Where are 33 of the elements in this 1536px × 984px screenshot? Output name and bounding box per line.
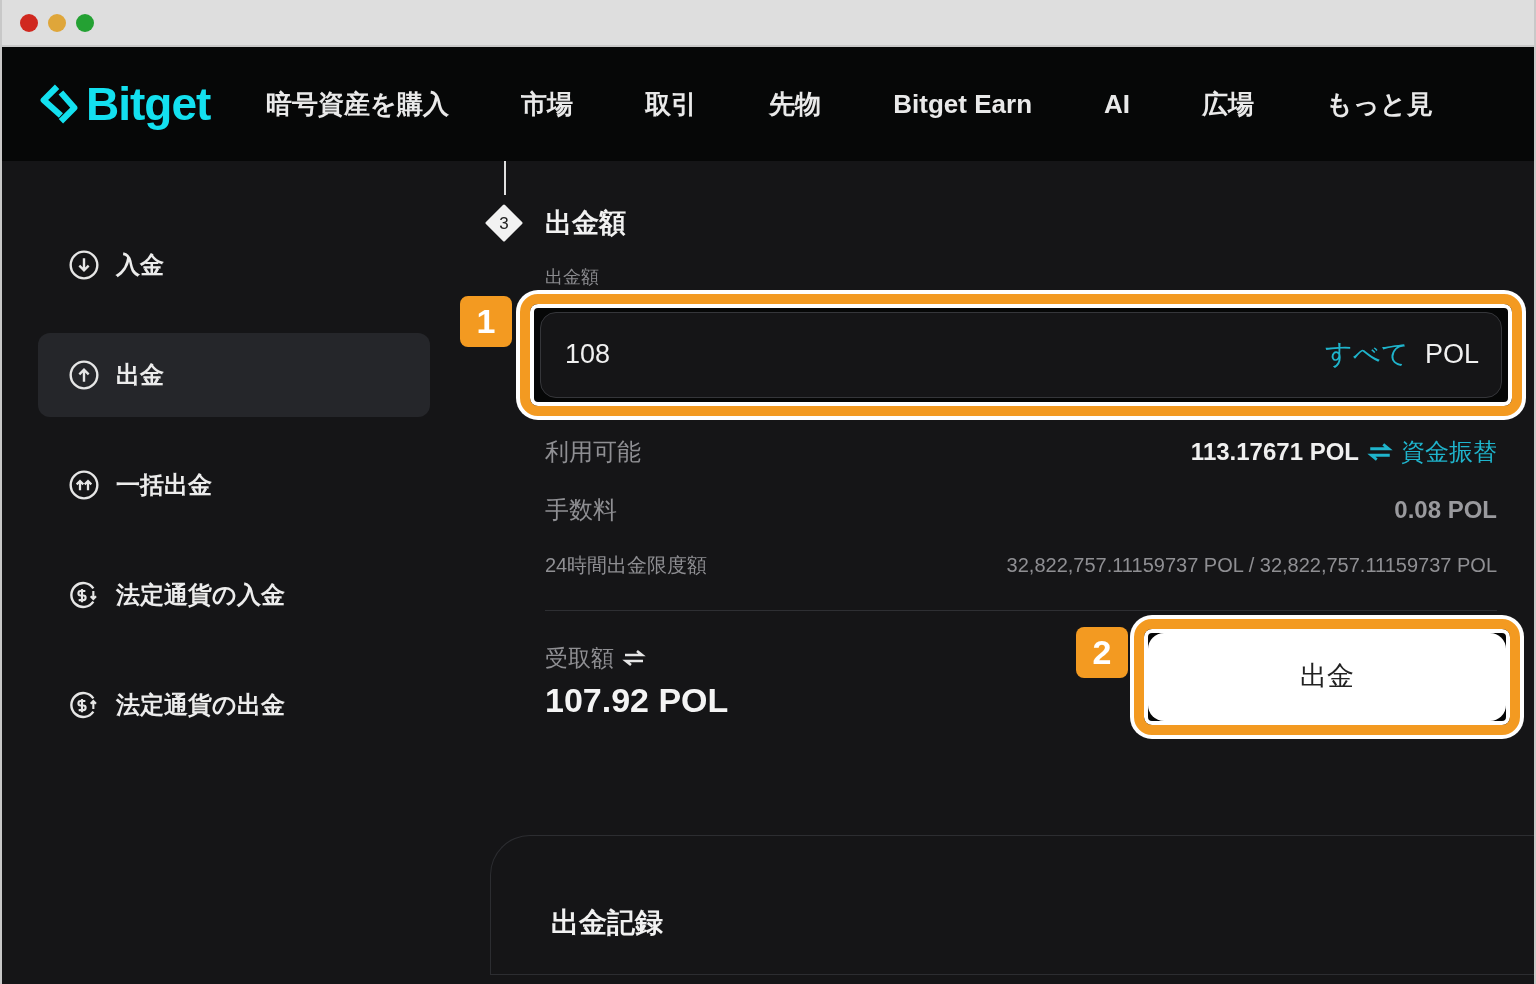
- info-label: 24時間出金限度額: [545, 552, 708, 578]
- nav-link[interactable]: 市場: [521, 84, 574, 124]
- amount-field[interactable]: 108 すべて POL: [540, 311, 1502, 398]
- withdraw-button[interactable]: 出金: [1148, 632, 1506, 721]
- sidebar-item[interactable]: 一括出金: [38, 443, 430, 527]
- info-label: 利用可能: [545, 436, 641, 467]
- info-value: 32,822,757.11159737 POL / 32,822,757.11159737 POL: [1006, 552, 1497, 578]
- nav-link[interactable]: Bitget Earn: [893, 84, 1032, 124]
- info-label: 手数料: [545, 494, 617, 525]
- nav-link[interactable]: 取引: [645, 84, 698, 124]
- receive-amount: 107.92 POL: [545, 680, 729, 721]
- nav-link[interactable]: もっと見: [1326, 84, 1433, 124]
- sidebar-item[interactable]: 入金: [38, 223, 430, 307]
- max-link[interactable]: すべて: [1324, 334, 1409, 375]
- transfer-link[interactable]: 資金振替: [1401, 433, 1497, 470]
- step-marker: 3: [485, 204, 523, 243]
- step-number-badge: 1: [460, 295, 512, 347]
- nav-link[interactable]: 先物: [769, 84, 822, 124]
- info-value: 0.08 POL: [1394, 494, 1497, 525]
- unit-label: POL: [1424, 338, 1479, 372]
- sidebar-item[interactable]: 出金: [38, 333, 430, 417]
- nav-link[interactable]: 暗号資産を購入: [266, 84, 450, 124]
- receive-label: 受取額: [545, 643, 614, 673]
- section-title: 出金額: [545, 207, 626, 240]
- step-number-badge: 2: [1076, 626, 1128, 678]
- info-value: 113.17671 POL: [1190, 436, 1359, 467]
- logo-text[interactable]: Bitget: [86, 69, 211, 139]
- records-title: 出金記録: [551, 905, 664, 940]
- sidebar-item[interactable]: 法定通貨の入金: [38, 553, 430, 637]
- nav-link[interactable]: 広場: [1202, 84, 1254, 124]
- field-label: 出金額: [545, 265, 600, 288]
- sidebar-item[interactable]: 法定通貨の出金: [38, 663, 430, 747]
- nav-link[interactable]: AI: [1104, 84, 1130, 124]
